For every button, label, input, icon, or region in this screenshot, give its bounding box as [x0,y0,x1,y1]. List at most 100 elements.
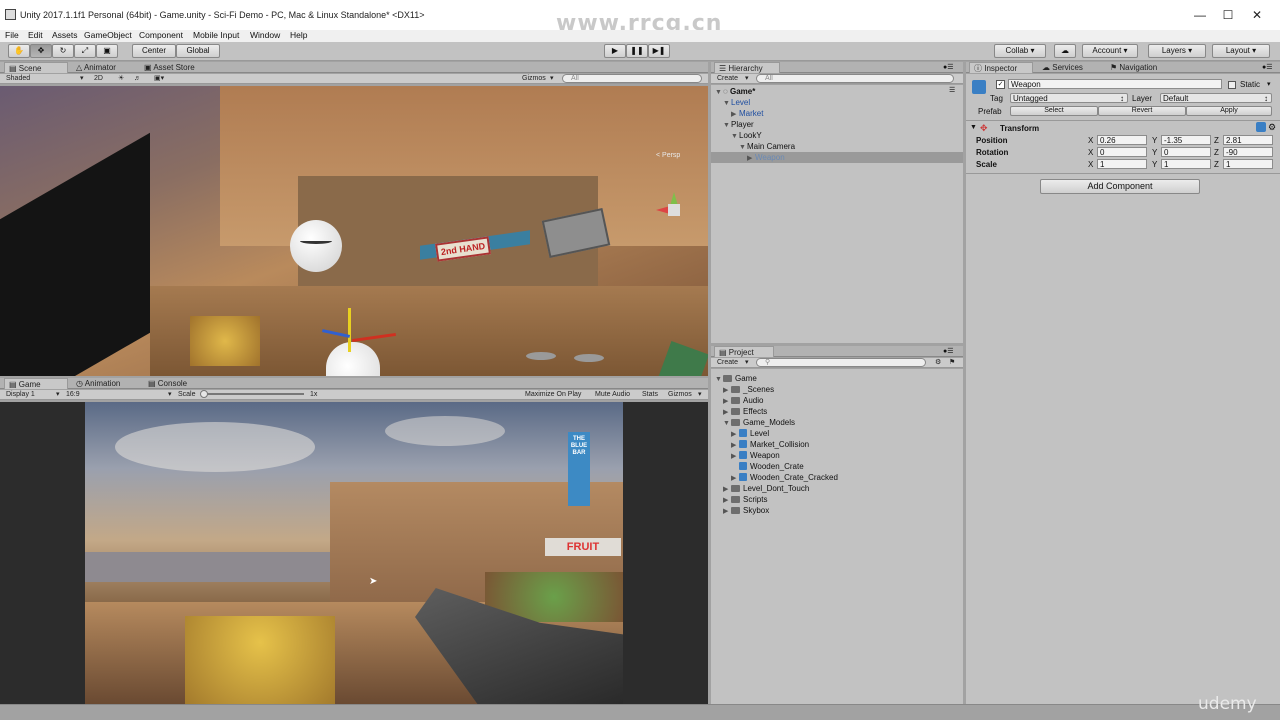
expand-arrow-icon[interactable]: ▶ [723,506,731,517]
project-row-skybox[interactable]: ▶ Skybox [723,505,769,517]
collab-dropdown[interactable]: Collab ▾ [994,44,1046,58]
expand-arrow-icon[interactable]: ▼ [715,87,723,98]
account-dropdown[interactable]: Account ▾ [1082,44,1138,58]
tab-game[interactable]: ▤ Game [4,378,68,389]
layers-dropdown[interactable]: Layers ▾ [1148,44,1206,58]
rotation-y-field[interactable]: 0 [1161,147,1211,157]
add-component-button[interactable]: Add Component [1040,179,1200,194]
step-button[interactable]: ▶❚ [648,44,670,58]
cloud-icon[interactable]: ☁ [1054,44,1076,58]
hierarchy-search-input[interactable]: All [756,74,954,83]
aspect-arrow-icon[interactable]: ▾ [168,390,172,399]
scale-z-field[interactable]: 1 [1223,159,1273,169]
game-gizmos-dropdown[interactable]: Gizmos [668,390,692,399]
tab-services[interactable]: ☁ Services [1038,62,1090,73]
aspect-dropdown[interactable]: 16:9 [66,390,80,399]
hand-tool-icon[interactable]: ✋ [8,44,30,58]
scale-tool-icon[interactable]: ⤢ [74,44,96,58]
tab-hierarchy[interactable]: ☰ Hierarchy [714,62,780,73]
shading-dropdown-arrow-icon[interactable]: ▾ [80,74,84,83]
pivot-global-toggle[interactable]: Global [176,44,220,58]
project-filter-icon[interactable]: ⚙ [935,358,941,367]
hierarchy-lock-icon[interactable]: ●☰ [943,63,954,71]
position-y-field[interactable]: -1.35 [1161,135,1211,145]
display-arrow-icon[interactable]: ▾ [56,390,60,399]
menu-mobile-input[interactable]: Mobile Input [193,30,239,40]
menu-component[interactable]: Component [139,30,183,40]
rect-tool-icon[interactable]: ▣ [96,44,118,58]
close-button[interactable]: ✕ [1242,6,1272,24]
expand-arrow-icon[interactable]: ▼ [731,131,739,142]
move-tool-icon[interactable]: ✥ [30,44,52,58]
rotation-x-field[interactable]: 0 [1097,147,1147,157]
scene-menu-icon[interactable]: ☰ [949,86,955,94]
mute-audio-toggle[interactable]: Mute Audio [595,390,630,399]
expand-arrow-icon[interactable]: ▼ [715,374,723,385]
menu-help[interactable]: Help [290,30,307,40]
prefab-revert-button[interactable]: Revert [1098,106,1186,116]
position-x-field[interactable]: 0.26 [1097,135,1147,145]
play-button[interactable]: ▶ [604,44,626,58]
menu-assets[interactable]: Assets [52,30,78,40]
project-lock-icon[interactable]: ●☰ [943,347,954,355]
scene-viewport[interactable]: 2nd HAND < Persp [0,86,708,376]
tab-inspector[interactable]: ⓘ Inspector [969,62,1033,73]
minimize-button[interactable]: — [1185,6,1215,24]
maximize-on-play-toggle[interactable]: Maximize On Play [525,390,581,399]
shading-mode-dropdown[interactable]: Shaded [6,74,30,83]
game-gizmos-arrow-icon[interactable]: ▾ [698,390,702,399]
project-row-wooden-crate[interactable]: Wooden_Crate [731,461,804,472]
hierarchy-create-arrow-icon[interactable]: ▾ [745,74,749,83]
transform-foldout-arrow-icon[interactable]: ▼ [970,124,977,131]
prefab-apply-button[interactable]: Apply [1186,106,1272,116]
project-search-input[interactable]: ⚲ [756,358,926,367]
scale-x-field[interactable]: 1 [1097,159,1147,169]
menu-gameobject[interactable]: GameObject [84,30,132,40]
position-z-field[interactable]: 2.81 [1223,135,1273,145]
help-book-icon[interactable] [1256,122,1266,132]
scale-slider-thumb[interactable] [200,390,208,398]
scene-orientation-gizmo[interactable] [656,192,692,228]
menu-file[interactable]: File [5,30,19,40]
project-create-arrow-icon[interactable]: ▾ [745,358,749,367]
scene-gizmos-dropdown[interactable]: Gizmos [522,74,546,83]
rotate-tool-icon[interactable]: ↻ [52,44,74,58]
active-checkbox[interactable]: ✓ [996,80,1005,89]
game-render[interactable]: THE BLUE BAR FRUIT ➤ [85,402,623,704]
project-label-icon[interactable]: ⚑ [949,358,955,367]
tab-animation[interactable]: ◷ Animation [72,378,140,389]
tab-navigation[interactable]: ⚑ Navigation [1106,62,1176,73]
lighting-toggle-icon[interactable]: ☀ [118,74,124,83]
static-checkbox[interactable] [1228,81,1236,89]
object-name-field[interactable]: Weapon [1008,79,1222,89]
expand-arrow-icon[interactable]: ▼ [723,120,731,131]
maximize-button[interactable]: ☐ [1213,6,1243,24]
pause-button[interactable]: ❚❚ [626,44,648,58]
expand-arrow-icon[interactable]: ▼ [723,98,731,109]
scene-perspective-label[interactable]: < Persp [656,152,680,159]
expand-arrow-icon[interactable]: ▼ [723,418,731,429]
hierarchy-create-dropdown[interactable]: Create [717,74,738,83]
expand-arrow-icon[interactable]: ▶ [747,153,755,164]
tab-asset-store[interactable]: ▣ Asset Store [140,62,220,73]
scene-gizmo-y-axis[interactable] [348,308,351,352]
inspector-lock-icon[interactable]: ●☰ [1262,63,1273,71]
tab-console[interactable]: ▤ Console [144,378,204,389]
tag-dropdown[interactable]: Untagged ↕ [1010,93,1128,103]
prefab-select-button[interactable]: Select [1010,106,1098,116]
menu-window[interactable]: Window [250,30,280,40]
mode-2d-toggle[interactable]: 2D [94,74,103,83]
static-dropdown-arrow-icon[interactable]: ▾ [1267,80,1271,88]
stats-toggle[interactable]: Stats [642,390,658,399]
audio-toggle-icon[interactable]: ♬ [134,74,141,83]
component-settings-gear-icon[interactable]: ⚙ [1268,122,1276,133]
layer-dropdown[interactable]: Default ↕ [1160,93,1272,103]
effects-dropdown-icon[interactable]: ▣▾ [154,74,164,83]
tab-scene[interactable]: ▤ Scene [4,62,68,73]
scene-search-input[interactable]: All [562,74,702,83]
tab-animator[interactable]: △ Animator [72,62,136,73]
pivot-center-toggle[interactable]: Center [132,44,176,58]
game-viewport[interactable]: THE BLUE BAR FRUIT ➤ [0,402,708,704]
tab-project[interactable]: ▤ Project [714,346,774,357]
hierarchy-row-weapon[interactable]: ▶ Weapon [747,152,785,164]
